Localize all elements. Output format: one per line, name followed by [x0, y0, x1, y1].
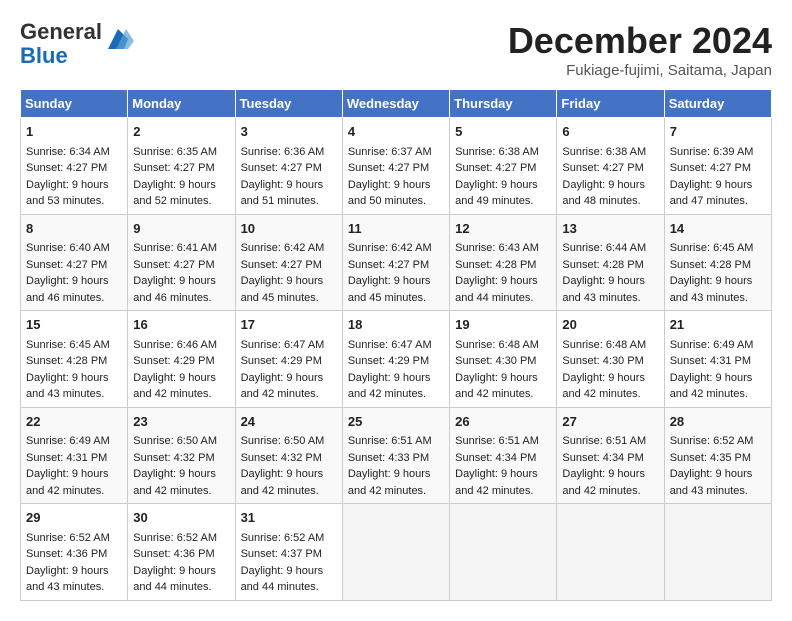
calendar-header-row: SundayMondayTuesdayWednesdayThursdayFrid… — [21, 90, 772, 118]
day-number: 6 — [562, 122, 658, 142]
title-area: December 2024 Fukiage-fujimi, Saitama, J… — [508, 20, 772, 79]
day-number: 24 — [241, 412, 337, 432]
day-number: 26 — [455, 412, 551, 432]
day-number: 25 — [348, 412, 444, 432]
calendar-week-5: 29Sunrise: 6:52 AMSunset: 4:36 PMDayligh… — [21, 504, 772, 601]
calendar-cell: 15Sunrise: 6:45 AMSunset: 4:28 PMDayligh… — [21, 311, 128, 408]
calendar-cell: 9Sunrise: 6:41 AMSunset: 4:27 PMDaylight… — [128, 214, 235, 311]
day-number: 7 — [670, 122, 766, 142]
logo-icon — [98, 21, 134, 57]
calendar-cell: 18Sunrise: 6:47 AMSunset: 4:29 PMDayligh… — [342, 311, 449, 408]
day-number: 4 — [348, 122, 444, 142]
day-number: 13 — [562, 219, 658, 239]
day-number: 16 — [133, 315, 229, 335]
calendar-cell: 13Sunrise: 6:44 AMSunset: 4:28 PMDayligh… — [557, 214, 664, 311]
day-number: 23 — [133, 412, 229, 432]
location: Fukiage-fujimi, Saitama, Japan — [508, 62, 772, 79]
calendar-cell — [557, 504, 664, 601]
day-number: 28 — [670, 412, 766, 432]
calendar-cell: 5Sunrise: 6:38 AMSunset: 4:27 PMDaylight… — [450, 118, 557, 215]
header: GeneralBlue December 2024 Fukiage-fujimi… — [20, 20, 772, 79]
calendar-cell: 6Sunrise: 6:38 AMSunset: 4:27 PMDaylight… — [557, 118, 664, 215]
day-number: 3 — [241, 122, 337, 142]
column-header-tuesday: Tuesday — [235, 90, 342, 118]
day-number: 14 — [670, 219, 766, 239]
calendar-cell: 23Sunrise: 6:50 AMSunset: 4:32 PMDayligh… — [128, 407, 235, 504]
column-header-sunday: Sunday — [21, 90, 128, 118]
calendar-cell: 30Sunrise: 6:52 AMSunset: 4:36 PMDayligh… — [128, 504, 235, 601]
day-number: 31 — [241, 508, 337, 528]
calendar-cell: 20Sunrise: 6:48 AMSunset: 4:30 PMDayligh… — [557, 311, 664, 408]
calendar-cell — [450, 504, 557, 601]
calendar-body: 1Sunrise: 6:34 AMSunset: 4:27 PMDaylight… — [21, 118, 772, 601]
calendar-cell: 11Sunrise: 6:42 AMSunset: 4:27 PMDayligh… — [342, 214, 449, 311]
calendar-cell — [342, 504, 449, 601]
calendar-cell: 27Sunrise: 6:51 AMSunset: 4:34 PMDayligh… — [557, 407, 664, 504]
calendar-cell: 31Sunrise: 6:52 AMSunset: 4:37 PMDayligh… — [235, 504, 342, 601]
day-number: 22 — [26, 412, 122, 432]
calendar-cell: 8Sunrise: 6:40 AMSunset: 4:27 PMDaylight… — [21, 214, 128, 311]
day-number: 27 — [562, 412, 658, 432]
day-number: 15 — [26, 315, 122, 335]
calendar-cell: 19Sunrise: 6:48 AMSunset: 4:30 PMDayligh… — [450, 311, 557, 408]
logo-text: GeneralBlue — [20, 20, 102, 68]
calendar-cell — [664, 504, 771, 601]
day-number: 21 — [670, 315, 766, 335]
day-number: 30 — [133, 508, 229, 528]
calendar-cell: 7Sunrise: 6:39 AMSunset: 4:27 PMDaylight… — [664, 118, 771, 215]
day-number: 29 — [26, 508, 122, 528]
day-number: 18 — [348, 315, 444, 335]
day-number: 9 — [133, 219, 229, 239]
column-header-saturday: Saturday — [664, 90, 771, 118]
calendar-cell: 1Sunrise: 6:34 AMSunset: 4:27 PMDaylight… — [21, 118, 128, 215]
calendar-week-2: 8Sunrise: 6:40 AMSunset: 4:27 PMDaylight… — [21, 214, 772, 311]
calendar-cell: 14Sunrise: 6:45 AMSunset: 4:28 PMDayligh… — [664, 214, 771, 311]
calendar-cell: 3Sunrise: 6:36 AMSunset: 4:27 PMDaylight… — [235, 118, 342, 215]
calendar-cell: 4Sunrise: 6:37 AMSunset: 4:27 PMDaylight… — [342, 118, 449, 215]
day-number: 12 — [455, 219, 551, 239]
calendar-cell: 10Sunrise: 6:42 AMSunset: 4:27 PMDayligh… — [235, 214, 342, 311]
calendar-table: SundayMondayTuesdayWednesdayThursdayFrid… — [20, 89, 772, 601]
calendar-cell: 25Sunrise: 6:51 AMSunset: 4:33 PMDayligh… — [342, 407, 449, 504]
calendar-cell: 24Sunrise: 6:50 AMSunset: 4:32 PMDayligh… — [235, 407, 342, 504]
column-header-friday: Friday — [557, 90, 664, 118]
day-number: 20 — [562, 315, 658, 335]
day-number: 10 — [241, 219, 337, 239]
calendar-cell: 12Sunrise: 6:43 AMSunset: 4:28 PMDayligh… — [450, 214, 557, 311]
calendar-cell: 16Sunrise: 6:46 AMSunset: 4:29 PMDayligh… — [128, 311, 235, 408]
calendar-cell: 29Sunrise: 6:52 AMSunset: 4:36 PMDayligh… — [21, 504, 128, 601]
calendar-cell: 22Sunrise: 6:49 AMSunset: 4:31 PMDayligh… — [21, 407, 128, 504]
column-header-monday: Monday — [128, 90, 235, 118]
day-number: 11 — [348, 219, 444, 239]
calendar-week-3: 15Sunrise: 6:45 AMSunset: 4:28 PMDayligh… — [21, 311, 772, 408]
day-number: 5 — [455, 122, 551, 142]
column-header-wednesday: Wednesday — [342, 90, 449, 118]
logo: GeneralBlue — [20, 20, 134, 68]
month-year: December 2024 — [508, 20, 772, 62]
calendar-cell: 26Sunrise: 6:51 AMSunset: 4:34 PMDayligh… — [450, 407, 557, 504]
calendar-week-4: 22Sunrise: 6:49 AMSunset: 4:31 PMDayligh… — [21, 407, 772, 504]
day-number: 2 — [133, 122, 229, 142]
calendar-cell: 17Sunrise: 6:47 AMSunset: 4:29 PMDayligh… — [235, 311, 342, 408]
day-number: 1 — [26, 122, 122, 142]
day-number: 19 — [455, 315, 551, 335]
day-number: 8 — [26, 219, 122, 239]
calendar-cell: 21Sunrise: 6:49 AMSunset: 4:31 PMDayligh… — [664, 311, 771, 408]
day-number: 17 — [241, 315, 337, 335]
column-header-thursday: Thursday — [450, 90, 557, 118]
calendar-cell: 2Sunrise: 6:35 AMSunset: 4:27 PMDaylight… — [128, 118, 235, 215]
calendar-cell: 28Sunrise: 6:52 AMSunset: 4:35 PMDayligh… — [664, 407, 771, 504]
calendar-week-1: 1Sunrise: 6:34 AMSunset: 4:27 PMDaylight… — [21, 118, 772, 215]
